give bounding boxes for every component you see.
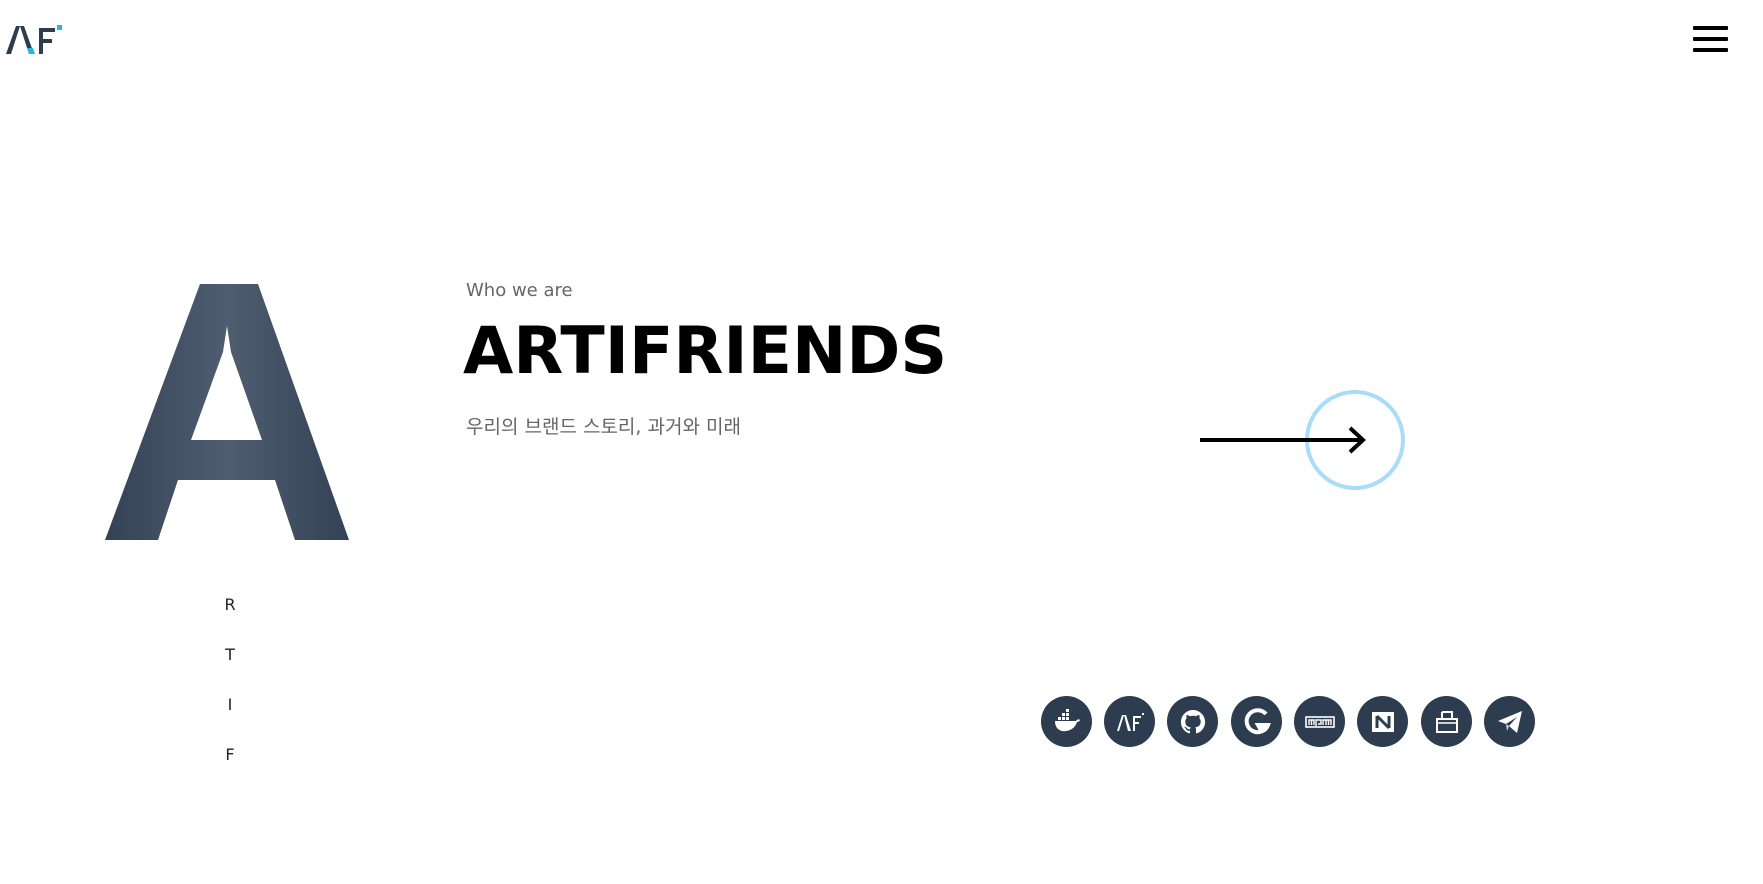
menu-bar [1693, 37, 1728, 41]
vertical-letter: R [224, 595, 236, 614]
vertical-letter: T [225, 645, 235, 664]
hero-subtitle: 우리의 브랜드 스토리, 과거와 미래 [466, 416, 741, 438]
notion-icon [1371, 711, 1394, 732]
hero-kicker: Who we are [466, 280, 573, 301]
big-a-graphic [105, 284, 349, 540]
github-link[interactable] [1167, 696, 1218, 747]
docker-link[interactable] [1041, 696, 1092, 747]
notion-link[interactable] [1357, 696, 1408, 747]
af-logo-icon [1116, 712, 1144, 731]
gitkraken-link[interactable] [1231, 696, 1282, 747]
g-logo-icon [1244, 707, 1271, 734]
hamburger-menu-button[interactable] [1690, 24, 1730, 56]
arrow-right-icon [1200, 390, 1405, 490]
vertical-letters: R T I F [210, 592, 250, 792]
next-arrow-button[interactable] [1198, 388, 1408, 492]
vertical-letter: F [225, 745, 235, 764]
document-icon [1435, 710, 1458, 733]
docker-icon [1054, 708, 1080, 731]
npm-link[interactable] [1294, 696, 1345, 747]
af-logo-icon [6, 25, 62, 54]
vertical-letter: I [227, 695, 233, 714]
menu-bar [1693, 48, 1728, 52]
artifriends-link[interactable] [1104, 696, 1155, 747]
npm-icon [1304, 715, 1335, 728]
menu-bar [1693, 26, 1728, 30]
hero-big-letter [105, 282, 351, 542]
github-icon [1180, 709, 1205, 733]
telegram-icon [1497, 710, 1522, 733]
telegram-link[interactable] [1484, 696, 1535, 747]
hero-title: ARTIFRIENDS [463, 314, 948, 389]
docs-link[interactable] [1421, 696, 1472, 747]
brand-logo[interactable] [6, 22, 64, 56]
